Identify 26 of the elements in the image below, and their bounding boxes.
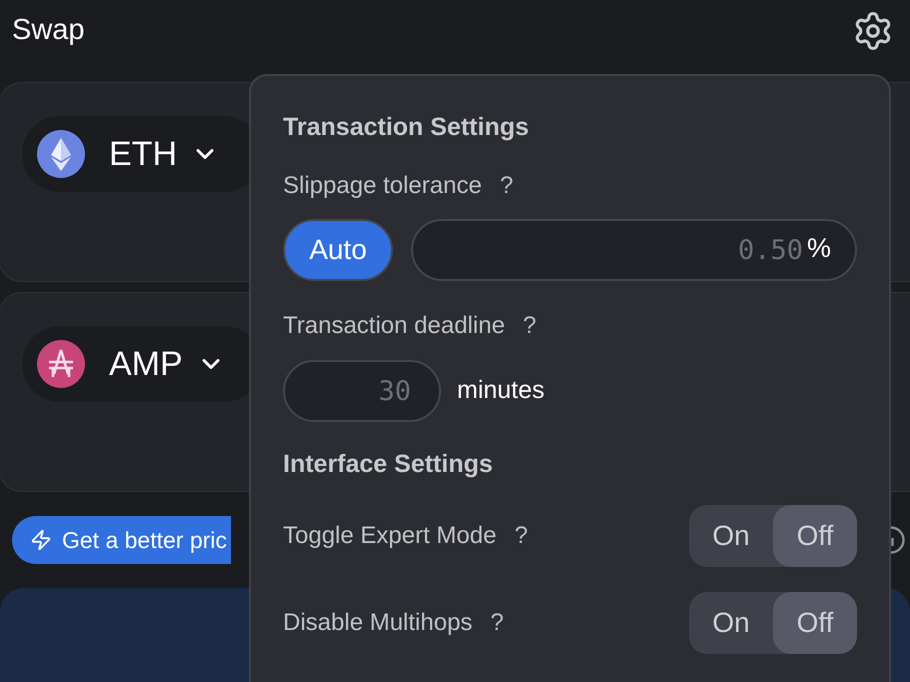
section-title: Interface Settings [283, 449, 494, 479]
help-icon[interactable]: ? [514, 518, 528, 554]
ethereum-icon [37, 130, 85, 178]
help-icon[interactable]: ? [522, 308, 536, 344]
token-icon [37, 340, 85, 388]
setting-label: Disable Multihops [283, 608, 472, 638]
setting-label: Slippage tolerance [283, 171, 482, 201]
help-icon[interactable]: ? [500, 168, 514, 204]
toggle-option[interactable]: On [689, 505, 773, 567]
percent-unit: % [806, 232, 831, 264]
toggle-option[interactable]: Off [773, 592, 857, 654]
setting-label: Transaction deadline [283, 311, 505, 341]
on-off-toggle[interactable]: On Off [689, 592, 857, 654]
lightning-icon [30, 529, 52, 551]
promo-button[interactable]: Get a better pric [12, 516, 231, 564]
info-icon [891, 526, 907, 554]
auto-button[interactable]: Auto [283, 219, 393, 281]
on-off-toggle[interactable]: On Off [689, 505, 857, 567]
help-icon[interactable]: ? [490, 605, 504, 641]
section-title: Transaction Settings [283, 112, 530, 142]
deadline-input[interactable]: 30 [283, 360, 441, 422]
setting-label: Toggle Expert Mode [283, 521, 496, 551]
page-title: Swap [12, 13, 85, 48]
toggle-option[interactable]: Off [773, 505, 857, 567]
toggle-option[interactable]: On [689, 592, 773, 654]
minutes-unit: minutes [457, 375, 545, 406]
